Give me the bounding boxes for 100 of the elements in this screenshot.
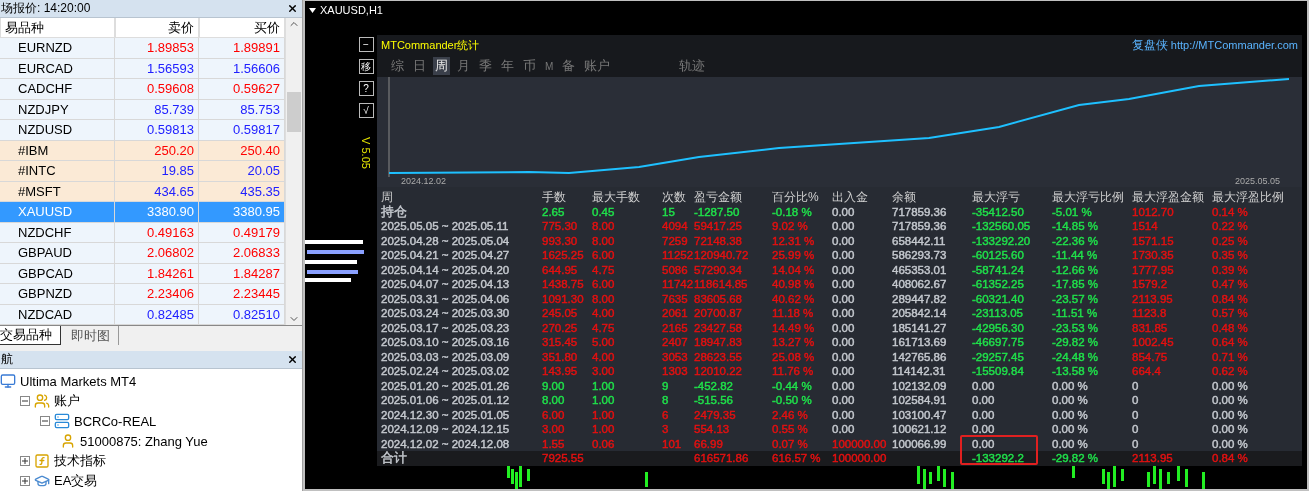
column-header: 出入金 <box>832 190 869 205</box>
period-tab[interactable]: 备 <box>560 57 578 75</box>
period-tab[interactable]: 年 <box>499 57 516 75</box>
symbol-name: #INTC <box>18 163 56 179</box>
column-header[interactable]: 易品种 <box>0 18 115 38</box>
close-icon[interactable] <box>287 354 298 365</box>
symbol-name: GBPNZD <box>18 286 73 302</box>
table-cell: 0.35 % <box>1212 249 1248 261</box>
symbol-row[interactable]: NZDUSD 0.59813 0.59817 <box>0 120 285 141</box>
column-header[interactable]: 买价 <box>199 18 285 38</box>
period-tab[interactable]: 月 <box>455 57 472 75</box>
table-cell: 586293.73 <box>892 249 947 261</box>
table-cell: 100621.12 <box>892 423 947 435</box>
column-header: 盈亏金额 <box>694 190 743 205</box>
expand-icon[interactable] <box>20 456 30 466</box>
tree-item[interactable]: 技术指标 <box>54 452 106 470</box>
table-cell: -60125.60 <box>972 249 1024 261</box>
table-cell: 20700.87 <box>694 307 742 319</box>
row-label: 2025.03.24 ~ 2025.03.30 <box>381 307 510 319</box>
table-cell: 205842.14 <box>892 307 947 319</box>
collapse-icon[interactable] <box>20 396 30 406</box>
chart-title: XAUUSD,H1 <box>320 4 383 16</box>
symbol-row[interactable]: GBPAUD 2.06802 2.06833 <box>0 243 285 264</box>
table-cell: 4.00 <box>592 307 615 319</box>
website-link[interactable]: http://MTCommander.com <box>1170 39 1298 51</box>
period-tab[interactable]: M <box>543 57 556 75</box>
table-cell: 11.76 % <box>772 365 814 377</box>
table-cell: 0 <box>1132 394 1139 406</box>
column-header: 手数 <box>542 190 567 205</box>
table-cell: -15509.84 <box>972 365 1024 377</box>
bid-price: 0.59608 <box>147 81 194 97</box>
table-cell: 0.84 % <box>1212 452 1248 464</box>
symbol-row[interactable]: CADCHF 0.59608 0.59627 <box>0 79 285 100</box>
symbol-name: CADCHF <box>18 81 73 97</box>
table-cell: 2165 <box>662 321 688 334</box>
scroll-thumb[interactable] <box>287 91 301 132</box>
column-header: 最大手数 <box>592 190 641 205</box>
symbol-row[interactable]: NZDCAD 0.82485 0.82510 <box>0 304 285 325</box>
period-tab[interactable]: 日 <box>411 57 428 75</box>
side-button[interactable]: 移 <box>358 59 374 74</box>
period-tab[interactable]: 综 <box>389 57 406 75</box>
period-tab[interactable]: 周 <box>433 57 450 75</box>
table-cell: 0.00 <box>832 278 855 290</box>
tree-item[interactable]: 账户 <box>54 392 80 410</box>
symbol-row[interactable]: NZDCHF 0.49163 0.49179 <box>0 222 285 243</box>
table-cell: 40.62 % <box>772 292 815 305</box>
symbol-row[interactable]: EURNZD 1.89853 1.89891 <box>0 38 285 59</box>
tab[interactable]: 即时图 <box>61 326 119 345</box>
table-cell: 0.14 % <box>1212 205 1248 218</box>
close-icon[interactable] <box>287 3 298 14</box>
column-header: 余额 <box>892 190 917 205</box>
column-header[interactable]: 卖价 <box>115 18 199 38</box>
symbol-row[interactable]: NZDJPY 85.739 85.753 <box>0 99 285 120</box>
tree-item[interactable]: BCRCo-REAL <box>74 413 157 429</box>
table-cell: 0.00 <box>832 205 855 218</box>
table-cell: 142765.86 <box>892 350 947 363</box>
bid-price: 250.20 <box>154 142 194 158</box>
table-cell: 102132.09 <box>892 379 947 392</box>
table-cell: 100000.00 <box>832 437 887 450</box>
table-cell: -46697.75 <box>972 336 1024 348</box>
tree-item[interactable]: 51000875: Zhang Yue <box>80 433 208 449</box>
side-button[interactable]: − <box>358 37 374 52</box>
tool-tab[interactable]: 轨迹 <box>677 57 708 75</box>
symbol-row[interactable]: EURCAD 1.56593 1.56606 <box>0 58 285 79</box>
ask-price: 435.35 <box>240 183 280 199</box>
table-cell: -1287.50 <box>694 205 740 218</box>
symbol-row[interactable]: #INTC 19.85 20.05 <box>0 161 285 182</box>
side-button[interactable]: √ <box>358 103 374 118</box>
table-cell: 1012.70 <box>1132 205 1174 218</box>
expand-icon[interactable] <box>20 476 30 486</box>
column-header: 周 <box>381 190 394 205</box>
table-cell: 11252 <box>662 249 694 261</box>
tree-item[interactable]: Ultima Markets MT4 <box>20 373 137 389</box>
row-label: 2024.12.02 ~ 2024.12.08 <box>381 437 510 450</box>
function-icon <box>34 453 50 469</box>
tab[interactable]: 交易品种 <box>0 326 61 345</box>
table-cell: 0.00 % <box>1052 437 1088 450</box>
scrollbar[interactable] <box>285 18 302 325</box>
period-tab[interactable]: 季 <box>477 57 494 75</box>
period-tab[interactable]: 账户 <box>582 57 613 75</box>
dropdown-icon[interactable] <box>309 7 316 13</box>
period-tab[interactable]: 币 <box>521 57 538 75</box>
symbol-row[interactable]: #IBM 250.20 250.40 <box>0 140 285 161</box>
ask-price: 0.59817 <box>233 122 280 138</box>
collapse-icon[interactable] <box>40 416 50 426</box>
table-cell: 118614.85 <box>694 278 748 290</box>
bid-price: 2.06802 <box>147 245 194 261</box>
side-button[interactable]: ? <box>358 81 374 96</box>
symbol-row[interactable]: GBPCAD 1.84261 1.84287 <box>0 263 285 284</box>
user-icon <box>60 433 76 449</box>
ask-price: 20.05 <box>247 163 280 179</box>
brand-name: 复盘侠 <box>1131 36 1168 54</box>
table-cell: 0.22 % <box>1212 220 1248 232</box>
bid-price: 2.23406 <box>147 286 194 302</box>
tree-item[interactable]: EA交易 <box>54 472 98 490</box>
table-cell: 831.85 <box>1132 321 1168 334</box>
symbol-row[interactable]: GBPNZD 2.23406 2.23445 <box>0 284 285 305</box>
symbol-row[interactable]: #MSFT 434.65 435.35 <box>0 181 285 202</box>
table-cell: 8.00 <box>592 234 615 247</box>
table-cell: 100000.00 <box>832 452 887 464</box>
